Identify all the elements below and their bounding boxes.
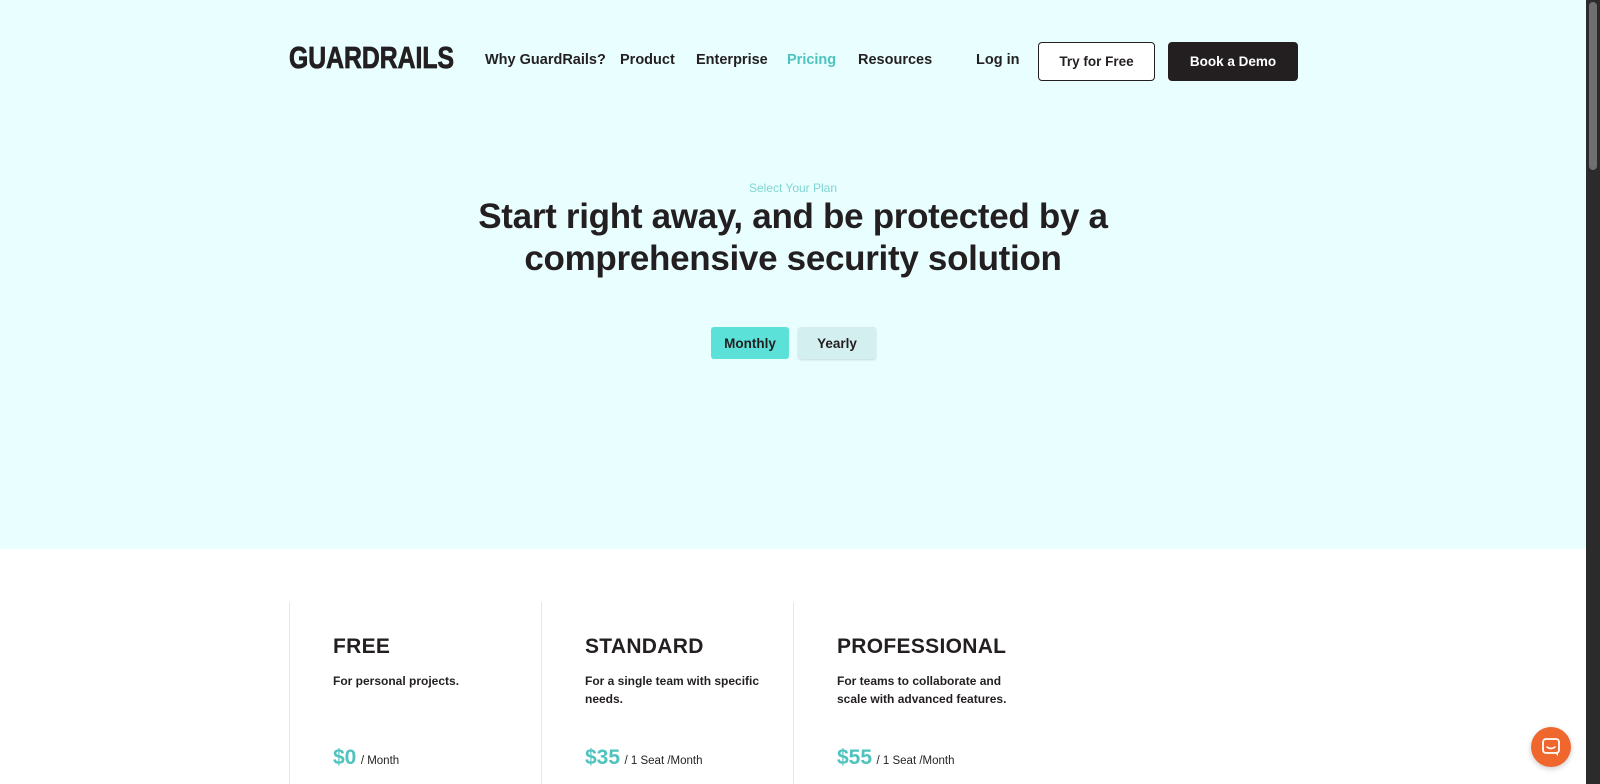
try-for-free-button[interactable]: Try for Free: [1038, 42, 1155, 81]
plan-name: FREE: [333, 635, 391, 658]
plan-description: For a single team with specific needs.: [585, 674, 760, 706]
billing-toggle-monthly[interactable]: Monthly: [711, 327, 789, 359]
book-a-demo-button[interactable]: Book a Demo: [1168, 42, 1298, 81]
nav-link-why-guardrails[interactable]: Why GuardRails?: [485, 52, 606, 68]
price-unit: / Month: [360, 755, 400, 767]
billing-toggle-yearly[interactable]: Yearly: [798, 327, 876, 359]
nav-link-resources[interactable]: Resources: [858, 52, 932, 68]
nav-link-product[interactable]: Product: [620, 52, 675, 68]
page-headline: Start right away, and be protected by a …: [443, 196, 1143, 280]
price-amount: $55: [837, 746, 873, 769]
logo-text: GUARDRAILS: [289, 42, 454, 72]
price-unit: / 1 Seat /Month: [876, 755, 955, 767]
select-plan-eyebrow: Select Your Plan: [748, 181, 838, 195]
guardrails-logo[interactable]: GUARDRAILS: [289, 42, 455, 72]
price-amount: $0: [333, 746, 357, 769]
plan-card-professional: PROFESSIONAL For teams to collaborate an…: [793, 602, 1045, 784]
hero-section: GUARDRAILS Why GuardRails? Product Enter…: [0, 0, 1586, 549]
headline-line-2: comprehensive security solution: [524, 239, 1062, 278]
scrollbar-thumb[interactable]: [1589, 2, 1597, 170]
plan-description: For personal projects.: [333, 674, 460, 688]
plan-description: For teams to collaborate and scale with …: [837, 674, 1007, 706]
plan-price: $55 / 1 Seat /Month: [837, 746, 955, 770]
login-link[interactable]: Log in: [976, 52, 1020, 68]
price-amount: $35: [585, 746, 621, 769]
headline-line-1: Start right away, and be protected by a: [478, 197, 1108, 236]
nav-link-enterprise[interactable]: Enterprise: [696, 52, 768, 68]
plan-price: $35 / 1 Seat /Month: [585, 746, 703, 770]
top-navigation: GUARDRAILS Why GuardRails? Product Enter…: [289, 42, 1299, 82]
chat-launcher-button[interactable]: [1531, 727, 1571, 767]
plan-name: PROFESSIONAL: [837, 635, 1007, 658]
page-scrollbar[interactable]: [1586, 0, 1600, 784]
plan-card-standard: STANDARD For a single team with specific…: [541, 602, 793, 784]
plan-price: $0 / Month: [333, 746, 399, 770]
plan-name: STANDARD: [585, 635, 704, 658]
plan-card-free: FREE For personal projects. $0 / Month: [289, 602, 541, 784]
price-unit: / 1 Seat /Month: [624, 755, 703, 767]
nav-link-pricing[interactable]: Pricing: [787, 52, 836, 68]
chat-bubble-icon: [1542, 738, 1560, 756]
